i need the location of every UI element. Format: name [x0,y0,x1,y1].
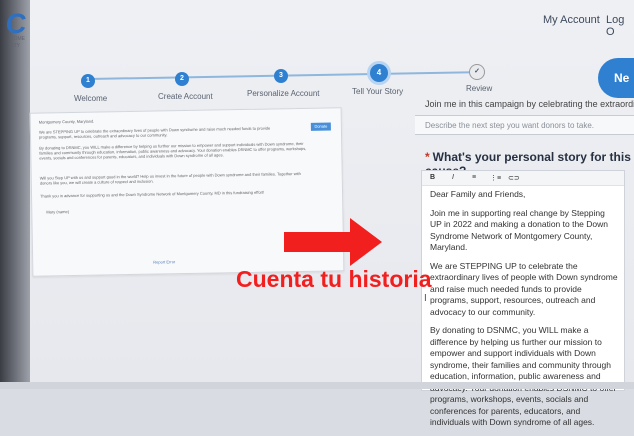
step-1-welcome[interactable]: 1 [81,74,95,88]
preview-line: Montgomery County, Maryland. [38,118,95,125]
story-greeting: Dear Family and Friends, [430,189,526,199]
next-step-placeholder: Describe the next step you want donors t… [425,121,594,130]
step-4-tell-your-story[interactable]: 4 [370,64,388,82]
step-2-create-account[interactable]: 2 [175,72,189,86]
story-editor[interactable]: B I ≡ ⋮≡ ⊂⊃ Dear Family and Friends, Joi… [421,170,625,427]
annotation-text: Cuenta tu historia [236,266,432,292]
preview-line: By donating to DSNMC, you WILL make a di… [39,140,307,161]
donate-button[interactable]: Donate [310,122,331,131]
required-mark: * [425,150,430,164]
campaign-intro-text: Join me in this campaign by celebrating … [425,99,634,109]
text-cursor-icon: I [424,293,427,304]
editor-toolbar: B I ≡ ⋮≡ ⊂⊃ [422,171,624,186]
story-form: Join me in this campaign by celebrating … [415,95,634,427]
step-label-review: Review [466,84,493,93]
bullet-list-icon[interactable]: ≡ [472,174,476,181]
preview-line: Thank you in advance for supporting us a… [40,189,265,199]
next-step-input[interactable]: Describe the next step you want donors t… [415,115,634,135]
italic-icon[interactable]: I [452,174,454,181]
logo-subtitle-2: NTY [10,43,20,49]
link-icon[interactable]: ⊂⊃ [508,174,520,182]
screen: C ROME NTY My Account Log O Ne 1 Welcome… [0,0,634,427]
step-label-personalize-account: Personalize Account [247,89,320,98]
story-paragraph: We are STEPPING UP to celebrate the extr… [430,260,618,317]
story-paragraph: Join me in supporting real change by Ste… [430,207,608,253]
annotation-arrow-icon [350,218,382,266]
annotation-arrow-shaft [284,232,352,252]
preview-line: Will you Step UP with us and support goo… [39,171,301,186]
logout-link[interactable]: Log O [606,14,634,38]
step-label-create-account: Create Account [158,92,213,101]
my-account-link[interactable]: My Account [543,14,600,26]
preview-line: Mary (name) [46,209,70,215]
bold-icon[interactable]: B [430,174,435,181]
preview-line: We are STEPPING UP to celebrate the extr… [38,125,271,140]
next-button[interactable]: Ne [598,58,634,98]
screen-bottom-edge [0,382,634,389]
story-paragraph: By donating to DSNMC, you WILL make a di… [430,325,616,427]
step-3-personalize-account[interactable]: 3 [274,69,288,83]
check-icon[interactable]: ✓ [469,64,485,80]
step-label-welcome: Welcome [74,94,108,103]
logo-subtitle-1: ROME [10,36,25,42]
numbered-list-icon[interactable]: ⋮≡ [490,174,501,182]
step-label-tell-your-story: Tell Your Story [352,87,404,96]
report-error-link[interactable]: Report Error [153,259,175,264]
story-editor-text[interactable]: Dear Family and Friends, Join me in supp… [430,189,618,436]
left-edge [0,0,30,389]
